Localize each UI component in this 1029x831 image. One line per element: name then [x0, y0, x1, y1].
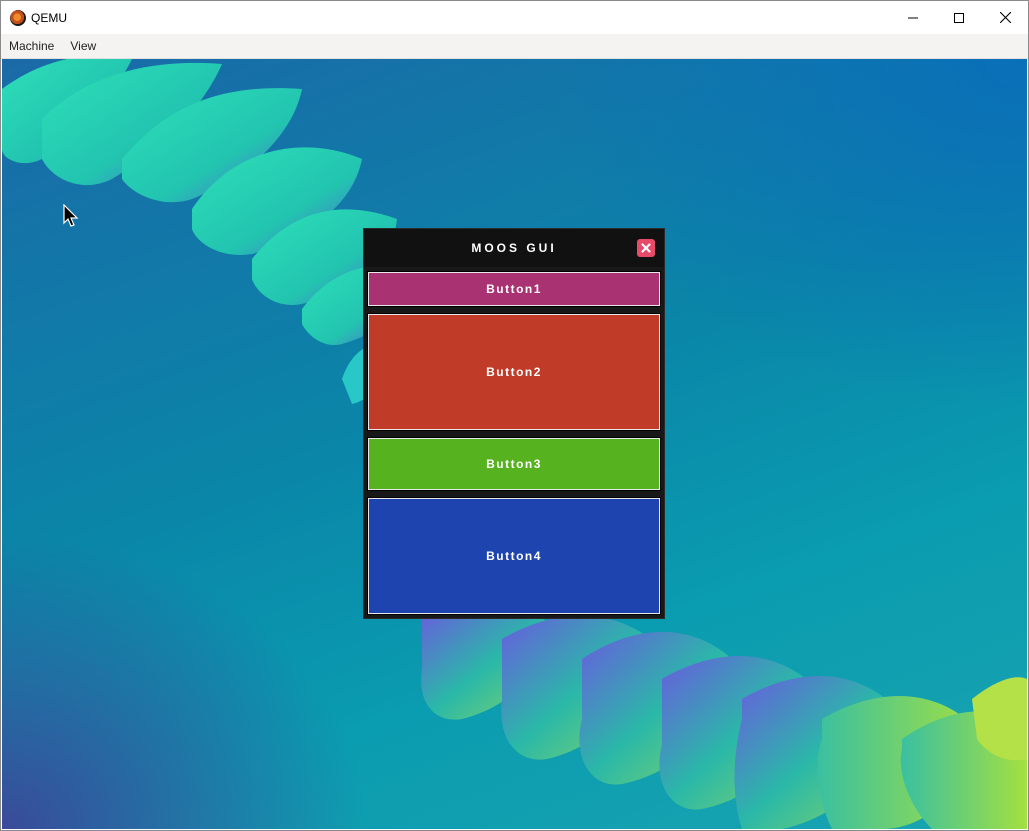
button3[interactable]: Button3: [367, 437, 661, 491]
window-title: QEMU: [31, 10, 67, 25]
menu-bar: Machine View: [1, 34, 1028, 59]
menu-machine[interactable]: Machine: [1, 34, 62, 58]
button1[interactable]: Button1: [367, 271, 661, 307]
minimize-button[interactable]: [890, 1, 936, 34]
vm-display[interactable]: MOOS GUI Button1 Button2 Button3 Button4: [2, 59, 1027, 829]
title-bar[interactable]: QEMU: [1, 1, 1028, 34]
button2[interactable]: Button2: [367, 313, 661, 431]
window-controls: [890, 1, 1028, 34]
close-button[interactable]: [982, 1, 1028, 34]
qemu-logo-icon: [10, 9, 26, 26]
moos-title-bar[interactable]: MOOS GUI: [364, 229, 664, 267]
moos-close-button[interactable]: [637, 239, 655, 257]
qemu-window: QEMU Machine View MOOS GUI Button1 Butto…: [0, 0, 1029, 831]
maximize-button[interactable]: [936, 1, 982, 34]
button4[interactable]: Button4: [367, 497, 661, 615]
moos-title: MOOS GUI: [471, 241, 557, 255]
mouse-pointer-icon: [63, 204, 79, 227]
close-x-icon: [641, 243, 651, 253]
menu-view[interactable]: View: [62, 34, 104, 58]
close-icon: [999, 12, 1011, 23]
minimize-icon: [908, 17, 918, 18]
moos-gui-window: MOOS GUI Button1 Button2 Button3 Button4: [363, 228, 665, 619]
maximize-icon: [954, 12, 964, 23]
